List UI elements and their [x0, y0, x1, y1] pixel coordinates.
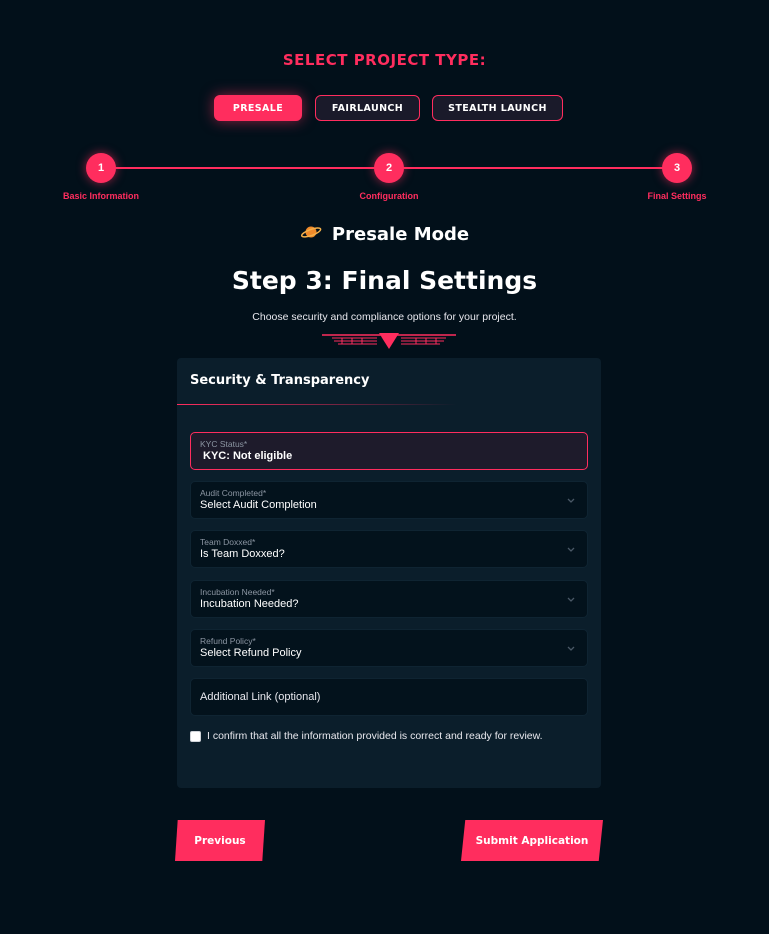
- step-2-circle[interactable]: 2: [374, 153, 404, 183]
- card-title-underline: [177, 404, 457, 405]
- step-1-label: Basic Information: [62, 191, 140, 201]
- step-3-label: Final Settings: [647, 191, 707, 201]
- confirm-row[interactable]: I confirm that all the information provi…: [190, 730, 543, 742]
- incubation-needed-select[interactable]: Incubation Needed* Incubation Needed?: [190, 580, 588, 618]
- kyc-status-field[interactable]: KYC Status* KYC: Not eligible: [190, 432, 588, 470]
- chevron-down-icon: [567, 498, 575, 503]
- incubation-needed-value: Incubation Needed?: [200, 598, 299, 610]
- team-doxxed-value: Is Team Doxxed?: [200, 548, 285, 560]
- planet-icon: [300, 224, 322, 245]
- presale-button[interactable]: PRESALE: [214, 95, 302, 121]
- mode-indicator: Presale Mode: [0, 224, 769, 245]
- divider-ornament: [322, 333, 456, 349]
- refund-policy-select[interactable]: Refund Policy* Select Refund Policy: [190, 629, 588, 667]
- kyc-status-label: KYC Status*: [200, 439, 248, 449]
- team-doxxed-label: Team Doxxed*: [200, 537, 256, 547]
- confirm-label: I confirm that all the information provi…: [207, 730, 543, 742]
- step-3-circle[interactable]: 3: [662, 153, 692, 183]
- chevron-down-icon: [567, 547, 575, 552]
- step-2-label: Configuration: [359, 191, 419, 201]
- mode-label: Presale Mode: [331, 224, 470, 245]
- stealth-launch-button[interactable]: STEALTH LAUNCH: [432, 95, 563, 121]
- incubation-needed-label: Incubation Needed*: [200, 587, 275, 597]
- refund-policy-value: Select Refund Policy: [200, 647, 302, 659]
- fairlaunch-button[interactable]: FAIRLAUNCH: [315, 95, 420, 121]
- page-subtitle: Choose security and compliance options f…: [252, 311, 517, 323]
- audit-completed-value: Select Audit Completion: [200, 499, 317, 511]
- chevron-down-icon: [567, 597, 575, 602]
- security-card: [177, 358, 601, 788]
- team-doxxed-select[interactable]: Team Doxxed* Is Team Doxxed?: [190, 530, 588, 568]
- card-title: Security & Transparency: [190, 373, 370, 388]
- additional-link-input[interactable]: Additional Link (optional): [190, 678, 588, 716]
- project-type-title: SELECT PROJECT TYPE:: [282, 51, 487, 69]
- previous-button[interactable]: Previous: [175, 820, 265, 861]
- refund-policy-label: Refund Policy*: [200, 636, 256, 646]
- kyc-status-value: KYC: Not eligible: [203, 450, 293, 462]
- page-title: Step 3: Final Settings: [231, 266, 538, 295]
- additional-link-placeholder: Additional Link (optional): [200, 691, 321, 703]
- submit-application-button[interactable]: Submit Application: [461, 820, 603, 861]
- confirm-checkbox[interactable]: [190, 730, 201, 742]
- chevron-down-icon: [567, 646, 575, 651]
- step-1-circle[interactable]: 1: [86, 153, 116, 183]
- audit-completed-label: Audit Completed*: [200, 488, 267, 498]
- audit-completed-select[interactable]: Audit Completed* Select Audit Completion: [190, 481, 588, 519]
